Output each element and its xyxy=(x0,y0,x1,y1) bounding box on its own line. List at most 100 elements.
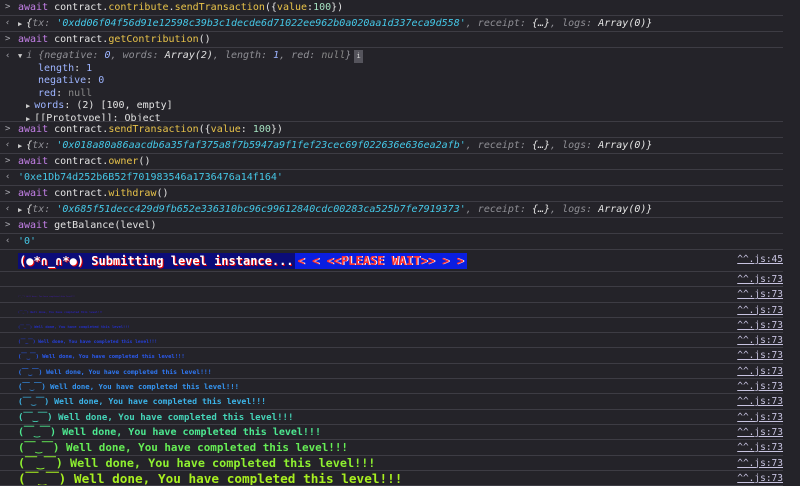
code-token: contribute xyxy=(108,2,169,13)
log-well-done: (￣‿￣) Well done, You have completed this… xyxy=(0,364,783,380)
tx-hash: '0x685f51decc429d9fb652e336310bc96c99612… xyxy=(56,204,466,215)
well-done-text: (￣‿￣) Well done, You have completed this… xyxy=(18,470,403,486)
code-token: getBalance(level) xyxy=(54,220,157,231)
sep: , xyxy=(550,18,563,29)
code-token: }) xyxy=(331,2,344,13)
console-input-line[interactable]: > await contract.getContribution() xyxy=(0,32,783,48)
console-result-tx[interactable]: ‹ ▶ {tx: '0x685f51decc429d9fb652e336310bc9… xyxy=(0,202,783,218)
console-input-line[interactable]: > await contract.owner() xyxy=(0,154,783,170)
prototype-property[interactable]: ▶ [[Prototype]]: Object xyxy=(18,113,783,122)
code-token: : xyxy=(240,124,253,135)
result-arrow-icon: ‹ xyxy=(5,51,11,61)
source-link[interactable]: ^^.js:73 xyxy=(737,364,783,378)
code-token: await xyxy=(18,124,55,135)
log-well-done: (￣‿￣) Well done, You have completed this… xyxy=(0,287,783,303)
result-arrow-icon: ‹ xyxy=(5,140,11,150)
words-property[interactable]: ▶ words: (2) [100, empty] xyxy=(18,100,783,113)
code-token: value xyxy=(276,2,308,13)
well-done-text: (￣‿￣) Well done, You have completed this… xyxy=(18,296,76,299)
console-input-line[interactable]: > await getBalance(level) xyxy=(0,218,783,234)
expand-triangle-icon[interactable]: ▶ xyxy=(18,20,22,28)
prompt-chevron-icon: > xyxy=(5,2,11,12)
source-link[interactable]: ^^.js:73 xyxy=(737,410,783,424)
source-link[interactable]: ^^.js:73 xyxy=(737,272,783,286)
expand-triangle-icon[interactable]: ▶ xyxy=(26,115,30,122)
source-link[interactable]: ^^.js:73 xyxy=(737,333,783,347)
code-token: await xyxy=(18,2,55,13)
code-token: contract. xyxy=(54,156,109,167)
info-badge[interactable]: i xyxy=(354,50,363,63)
well-done-text: (￣‿￣) Well done, You have completed this… xyxy=(18,354,185,361)
property-key: length xyxy=(38,62,75,74)
brace: } xyxy=(646,204,653,215)
prompt-chevron-icon: > xyxy=(5,188,11,198)
result-arrow-icon: ‹ xyxy=(5,236,11,246)
source-link[interactable]: ^^.js:73 xyxy=(737,456,783,470)
sep: , xyxy=(465,18,478,29)
source-link[interactable]: ^^.js:45 xyxy=(737,254,783,265)
code-token: sendTransaction xyxy=(108,124,199,135)
property-key: red xyxy=(38,87,57,99)
source-link[interactable]: ^^.js:73 xyxy=(737,394,783,408)
source-link[interactable]: ^^.js:73 xyxy=(737,348,783,362)
source-link[interactable]: ^^.js:73 xyxy=(737,471,783,485)
code-token: value xyxy=(210,124,241,135)
console-result-tx[interactable]: ‹ ▶ {tx: '0xdd06f04f56d91e12598c39b3c1decd… xyxy=(0,16,783,32)
code-token: getContribution xyxy=(108,34,199,45)
expand-triangle-icon[interactable]: ▶ xyxy=(18,206,22,214)
source-link[interactable]: ^^.js:73 xyxy=(737,318,783,332)
console-result-tx[interactable]: ‹ ▶ {tx: '0x018a80a86aacdb6a35faf375a8f7b5… xyxy=(0,138,783,154)
brace: } xyxy=(646,140,653,151)
prompt-chevron-icon: > xyxy=(5,34,11,44)
expand-triangle-icon[interactable]: ▶ xyxy=(18,142,22,150)
code-token: contract. xyxy=(54,2,109,13)
brace: } xyxy=(345,50,352,61)
sep: , xyxy=(465,140,478,151)
collapse-triangle-icon[interactable]: ▼ xyxy=(18,52,22,60)
prompt-chevron-icon: > xyxy=(5,124,11,134)
logs-key: logs: xyxy=(562,18,599,29)
code-token: () xyxy=(198,34,211,45)
sep: , xyxy=(550,140,563,151)
code-token: contract. xyxy=(54,188,109,199)
string-value: '0xe1Db74d252b6B52f701983546a1736476a14f… xyxy=(18,172,283,183)
logs-value: Array(0) xyxy=(598,140,647,151)
expand-triangle-icon[interactable]: ▶ xyxy=(26,102,30,110)
log-well-done: (￣‿￣) Well done, You have completed this… xyxy=(0,318,783,334)
receipt-value: {…} xyxy=(531,204,551,215)
receipt-key: receipt: xyxy=(477,18,532,29)
object-property: red: null xyxy=(18,88,783,101)
log-well-done: (￣‿￣) Well done, You have completed this… xyxy=(0,440,783,456)
log-well-done: (￣‿￣) Well done, You have completed this… xyxy=(0,394,783,410)
source-link[interactable]: ^^.js:73 xyxy=(737,303,783,317)
prompt-chevron-icon: > xyxy=(5,220,11,230)
code-token: owner xyxy=(108,156,139,167)
property-value: null xyxy=(68,87,93,99)
object-type: i { xyxy=(26,50,45,61)
well-done-text: (￣‿￣) Well done, You have completed this… xyxy=(18,396,267,407)
console-input-line[interactable]: > await contract.contribute.sendTransacti… xyxy=(0,0,783,16)
result-arrow-icon: ‹ xyxy=(5,18,11,28)
object-summary[interactable]: ▼ i {negative: 0, words: Array(2), length… xyxy=(18,50,783,63)
receipt-value: {…} xyxy=(531,18,551,29)
summary-key: red: xyxy=(291,50,322,61)
code-token: }) xyxy=(270,124,283,135)
well-done-text: (￣‿￣) Well done, You have completed this… xyxy=(18,455,376,470)
receipt-key: receipt: xyxy=(477,140,532,151)
well-done-text: (￣‿￣) Well done, You have completed this… xyxy=(18,367,212,376)
well-done-text: (￣‿￣) Well done, You have completed this… xyxy=(18,426,321,438)
source-link[interactable]: ^^.js:73 xyxy=(737,425,783,439)
summary-value: Array(2) xyxy=(164,50,213,61)
console-input-line[interactable]: > await contract.withdraw() xyxy=(0,186,783,202)
well-done-text: (￣‿￣) Well done, You have completed this… xyxy=(18,340,158,346)
source-link[interactable]: ^^.js:73 xyxy=(737,287,783,301)
source-link[interactable]: ^^.js:73 xyxy=(737,440,783,454)
receipt-key: receipt: xyxy=(477,204,532,215)
source-link[interactable]: ^^.js:73 xyxy=(737,379,783,393)
object-property: negative: 0 xyxy=(18,75,783,88)
log-well-done: (￣‿￣) Well done, You have completed this… xyxy=(0,303,783,318)
console-result-object[interactable]: ‹ ▼ i {negative: 0, words: Array(2), lengt… xyxy=(0,48,783,122)
console-input-line[interactable]: > await contract.sendTransaction({value: … xyxy=(0,122,783,138)
property-value: 0 xyxy=(98,75,105,86)
well-done-text: (￣‿￣) Well done, You have completed this… xyxy=(18,412,294,423)
